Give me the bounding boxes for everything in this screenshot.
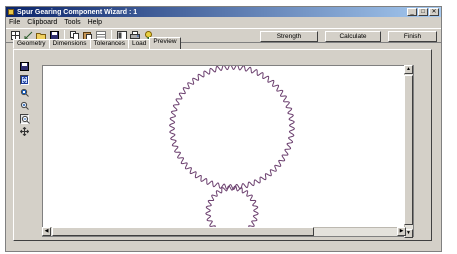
save-icon[interactable] — [19, 62, 29, 72]
menu-clipboard[interactable]: Clipboard — [27, 19, 57, 26]
small-gear-outline — [205, 185, 259, 228]
zoom-in-icon[interactable] — [20, 101, 29, 111]
app-icon — [8, 9, 14, 15]
tab-strip: Geometry Dimensions Tolerances Load Prev… — [13, 37, 181, 49]
menu-help[interactable]: Help — [88, 19, 102, 26]
tab-preview[interactable]: Preview — [149, 37, 181, 49]
vertical-scrollbar[interactable]: ▲ ▼ — [404, 65, 413, 238]
large-gear-outline — [169, 66, 295, 190]
strength-button[interactable]: Strength — [260, 31, 318, 42]
zoom-out-icon[interactable] — [19, 114, 30, 124]
title-bar: Spur Gearing Component Wizard : 1 _ □ ✕ — [6, 7, 441, 17]
tab-geometry[interactable]: Geometry — [13, 39, 50, 49]
tab-dimensions[interactable]: Dimensions — [48, 39, 91, 49]
minimize-button[interactable]: _ — [407, 8, 417, 16]
maximize-button[interactable]: □ — [418, 8, 428, 16]
fit-view-icon[interactable] — [19, 75, 29, 85]
scroll-right-button[interactable]: ▶ — [397, 227, 406, 236]
tab-tolerances[interactable]: Tolerances — [89, 39, 129, 49]
finish-button[interactable]: Finish — [388, 31, 437, 42]
calculate-button[interactable]: Calculate — [325, 31, 381, 42]
window-title: Spur Gearing Component Wizard : 1 — [17, 8, 138, 16]
tab-load[interactable]: Load — [127, 39, 151, 49]
scroll-up-button[interactable]: ▲ — [404, 65, 413, 74]
menu-file[interactable]: File — [9, 19, 20, 26]
scroll-left-button[interactable]: ◀ — [42, 227, 51, 236]
close-button[interactable]: ✕ — [429, 8, 439, 16]
horizontal-scrollbar[interactable]: ◀ ▶ — [42, 227, 406, 236]
menu-tools[interactable]: Tools — [64, 19, 80, 26]
window-controls: _ □ ✕ — [407, 8, 439, 16]
horizontal-scroll-thumb[interactable] — [52, 227, 314, 236]
menu-bar: File Clipboard Tools Help — [6, 18, 441, 27]
preview-canvas[interactable]: ▲ ▼ ◀ ▶ — [42, 65, 414, 238]
gear-preview-drawing — [169, 66, 295, 228]
vertical-scroll-thumb[interactable] — [404, 75, 413, 225]
preview-side-toolbar — [17, 62, 31, 137]
pan-icon[interactable] — [19, 126, 29, 137]
zoom-window-icon[interactable] — [20, 88, 29, 98]
